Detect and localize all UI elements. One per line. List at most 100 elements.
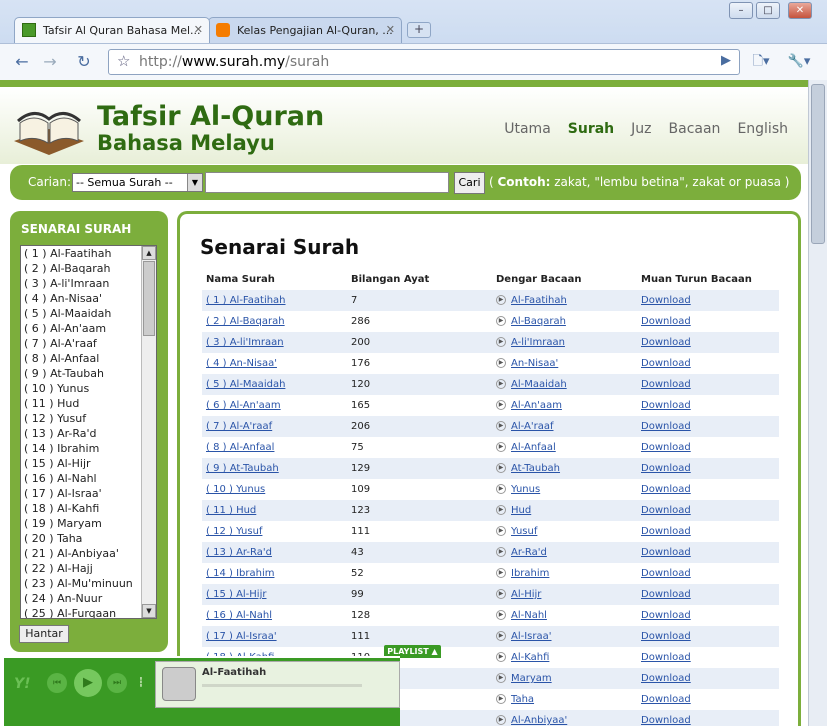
progress-bar[interactable] (202, 684, 362, 687)
download-link[interactable]: Download (641, 442, 691, 453)
nav-juz[interactable]: Juz (631, 121, 651, 137)
nav-bacaan[interactable]: Bacaan (669, 121, 721, 137)
download-link[interactable]: Download (641, 505, 691, 516)
nav-english[interactable]: English (737, 121, 788, 137)
download-link[interactable]: Download (641, 337, 691, 348)
list-item[interactable]: ( 25 ) Al-Furqaan (21, 606, 156, 618)
chevron-down-icon[interactable]: ▼ (187, 174, 202, 191)
new-tab-button[interactable]: + (407, 22, 431, 38)
listen-link[interactable]: Al-Maaidah (511, 379, 567, 390)
tab-kelas[interactable]: Kelas Pengajian Al-Quran, ... ✕ (208, 17, 402, 43)
list-item[interactable]: ( 23 ) Al-Mu'minuun (21, 576, 156, 591)
list-item[interactable]: ( 1 ) Al-Faatihah (21, 246, 156, 261)
play-icon[interactable]: ▶ (496, 547, 506, 557)
surah-link[interactable]: ( 4 ) An-Nisaa' (206, 358, 277, 369)
list-item[interactable]: ( 8 ) Al-Anfaal (21, 351, 156, 366)
download-link[interactable]: Download (641, 400, 691, 411)
list-item[interactable]: ( 21 ) Al-Anbiyaa' (21, 546, 156, 561)
tab-tafsir[interactable]: Tafsir Al Quran Bahasa Mel... ✕ (14, 17, 210, 43)
listen-link[interactable]: A-li'Imraan (511, 337, 565, 348)
list-item[interactable]: ( 19 ) Maryam (21, 516, 156, 531)
download-link[interactable]: Download (641, 463, 691, 474)
listen-link[interactable]: Yusuf (511, 526, 537, 537)
close-tab-icon[interactable]: ✕ (194, 23, 203, 36)
address-bar[interactable]: ☆ http://www.surah.my/surah ▶ (108, 49, 740, 75)
scroll-up-icon[interactable]: ▲ (142, 246, 156, 260)
surah-select[interactable]: -- Semua Surah -- ▼ (72, 173, 203, 192)
list-item[interactable]: ( 12 ) Yusuf (21, 411, 156, 426)
download-link[interactable]: Download (641, 652, 691, 663)
list-item[interactable]: ( 14 ) Ibrahim (21, 441, 156, 456)
scroll-thumb[interactable] (143, 261, 155, 336)
list-item[interactable]: ( 11 ) Hud (21, 396, 156, 411)
download-link[interactable]: Download (641, 547, 691, 558)
surah-link[interactable]: ( 9 ) At-Taubah (206, 463, 279, 474)
play-icon[interactable]: ▶ (496, 316, 506, 326)
download-link[interactable]: Download (641, 610, 691, 621)
play-icon[interactable]: ▶ (496, 652, 506, 662)
reload-icon[interactable]: ↻ (72, 51, 96, 73)
listen-link[interactable]: Al-Anfaal (511, 442, 556, 453)
surah-link[interactable]: ( 11 ) Hud (206, 505, 256, 516)
surah-link[interactable]: ( 7 ) Al-A'raaf (206, 421, 272, 432)
forward-arrow-icon[interactable]: → (38, 51, 62, 73)
download-link[interactable]: Download (641, 589, 691, 600)
download-link[interactable]: Download (641, 295, 691, 306)
list-item[interactable]: ( 4 ) An-Nisaa' (21, 291, 156, 306)
play-icon[interactable]: ▶ (496, 526, 506, 536)
download-link[interactable]: Download (641, 421, 691, 432)
surah-link[interactable]: ( 1 ) Al-Faatihah (206, 295, 286, 306)
play-icon[interactable]: ▶ (496, 295, 506, 305)
listen-link[interactable]: Al-Baqarah (511, 316, 566, 327)
surah-link[interactable]: ( 6 ) Al-An'aam (206, 400, 281, 411)
listen-link[interactable]: Maryam (511, 673, 552, 684)
listen-link[interactable]: Al-Nahl (511, 610, 547, 621)
search-input[interactable] (205, 172, 449, 193)
go-icon[interactable]: ▶ (721, 53, 731, 68)
wrench-menu-icon[interactable]: 🔧▾ (784, 51, 814, 73)
download-link[interactable]: Download (641, 673, 691, 684)
listbox-scrollbar[interactable]: ▲ ▼ (141, 246, 156, 618)
list-item[interactable]: ( 13 ) Ar-Ra'd (21, 426, 156, 441)
download-link[interactable]: Download (641, 379, 691, 390)
list-item[interactable]: ( 24 ) An-Nuur (21, 591, 156, 606)
surah-link[interactable]: ( 17 ) Al-Israa' (206, 631, 277, 642)
list-item[interactable]: ( 7 ) Al-A'raaf (21, 336, 156, 351)
play-icon[interactable]: ▶ (496, 379, 506, 389)
close-tab-icon[interactable]: ✕ (386, 23, 395, 36)
surah-listbox[interactable]: ( 1 ) Al-Faatihah( 2 ) Al-Baqarah( 3 ) A… (20, 245, 157, 619)
play-icon[interactable]: ▶ (496, 715, 506, 725)
maximize-button[interactable]: □ (756, 2, 780, 19)
listen-link[interactable]: Al-Israa' (511, 631, 552, 642)
listen-link[interactable]: Taha (511, 694, 534, 705)
list-item[interactable]: ( 22 ) Al-Hajj (21, 561, 156, 576)
minimize-button[interactable]: – (729, 2, 753, 19)
play-icon[interactable]: ▶ (496, 568, 506, 578)
surah-link[interactable]: ( 3 ) A-li'Imraan (206, 337, 284, 348)
surah-link[interactable]: ( 12 ) Yusuf (206, 526, 262, 537)
play-icon[interactable]: ▶ (496, 442, 506, 452)
list-item[interactable]: ( 15 ) Al-Hijr (21, 456, 156, 471)
list-item[interactable]: ( 10 ) Yunus (21, 381, 156, 396)
back-arrow-icon[interactable]: ← (10, 51, 34, 73)
download-link[interactable]: Download (641, 484, 691, 495)
surah-link[interactable]: ( 14 ) Ibrahim (206, 568, 274, 579)
nav-surah[interactable]: Surah (568, 121, 614, 137)
listen-link[interactable]: Al-An'aam (511, 400, 562, 411)
list-item[interactable]: ( 9 ) At-Taubah (21, 366, 156, 381)
download-link[interactable]: Download (641, 526, 691, 537)
listen-link[interactable]: Al-Faatihah (511, 295, 567, 306)
download-link[interactable]: Download (641, 358, 691, 369)
surah-link[interactable]: ( 15 ) Al-Hijr (206, 589, 266, 600)
list-item[interactable]: ( 16 ) Al-Nahl (21, 471, 156, 486)
surah-link[interactable]: ( 16 ) Al-Nahl (206, 610, 272, 621)
submit-button[interactable]: Hantar (19, 625, 69, 643)
surah-link[interactable]: ( 8 ) Al-Anfaal (206, 442, 274, 453)
listen-link[interactable]: Al-A'raaf (511, 421, 554, 432)
list-item[interactable]: ( 18 ) Al-Kahfi (21, 501, 156, 516)
listen-link[interactable]: At-Taubah (511, 463, 560, 474)
play-icon[interactable]: ▶ (496, 631, 506, 641)
surah-link[interactable]: ( 10 ) Yunus (206, 484, 265, 495)
surah-link[interactable]: ( 2 ) Al-Baqarah (206, 316, 285, 327)
play-icon[interactable]: ▶ (496, 505, 506, 515)
